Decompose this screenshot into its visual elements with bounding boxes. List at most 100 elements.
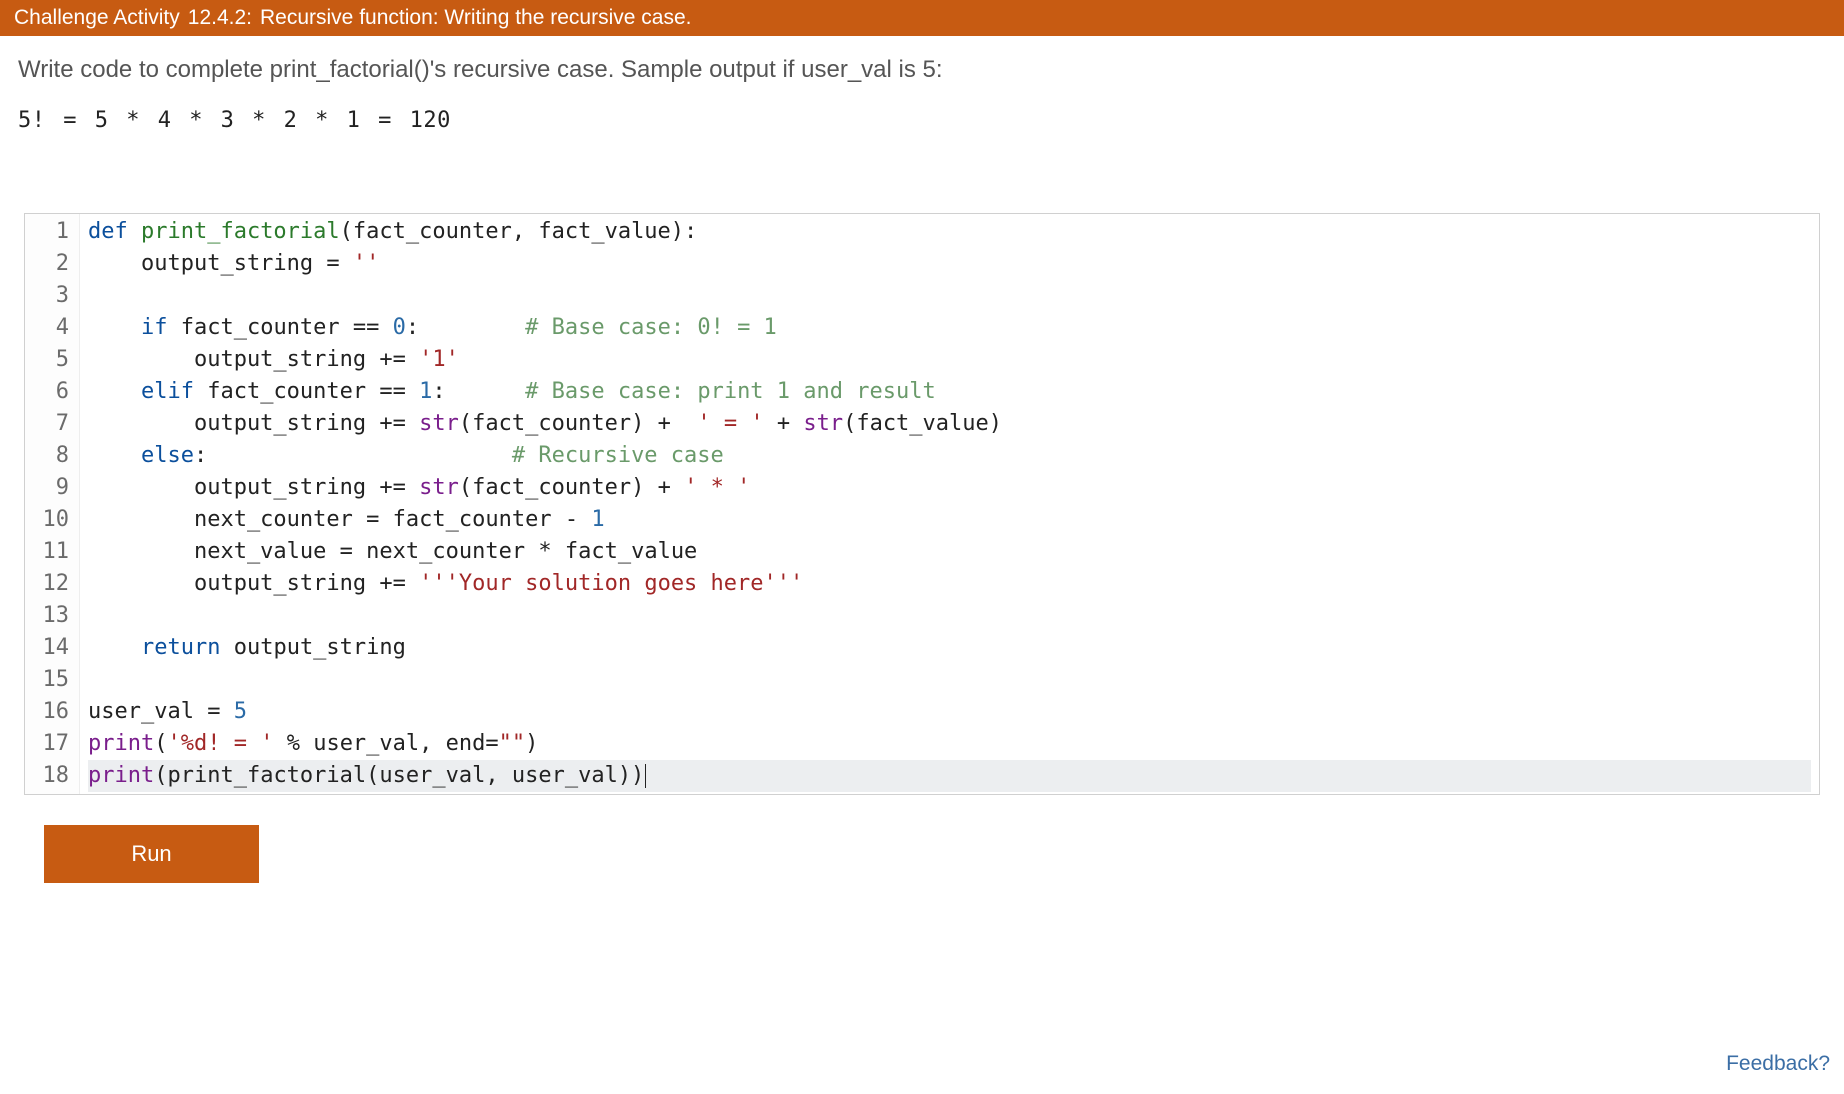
code-token [419, 315, 525, 340]
code-token: = [326, 251, 339, 276]
code-token [671, 411, 698, 436]
code-token: next_counter [88, 507, 366, 532]
code-token: fact_counter [167, 315, 352, 340]
code-editor[interactable]: 123456789101112131415161718 def print_fa… [24, 213, 1820, 795]
code-token [273, 731, 286, 756]
code-token: ' * ' [684, 475, 750, 500]
code-token [764, 411, 777, 436]
code-token: '%d! = ' [167, 731, 273, 756]
code-token: '' [353, 251, 380, 276]
code-line[interactable]: next_counter = fact_counter - 1 [88, 504, 1811, 536]
code-line[interactable]: if fact_counter == 0: # Base case: 0! = … [88, 312, 1811, 344]
code-token [379, 315, 392, 340]
line-number: 16 [41, 696, 69, 728]
code-token: += [379, 347, 406, 372]
code-line[interactable]: def print_factorial(fact_counter, fact_v… [88, 216, 1811, 248]
code-token: if [141, 315, 168, 340]
code-line[interactable] [88, 280, 1811, 312]
code-token: ( [154, 731, 167, 756]
code-line[interactable]: print(print_factorial(user_val, user_val… [88, 760, 1811, 792]
code-line[interactable]: output_string += str(fact_counter) + ' *… [88, 472, 1811, 504]
line-number: 5 [41, 344, 69, 376]
code-token: (print_factorial(user_val, user_val)) [154, 763, 644, 788]
code-token: 5 [234, 699, 247, 724]
code-token: = [485, 731, 498, 756]
code-token: next_counter [353, 539, 538, 564]
code-line[interactable] [88, 600, 1811, 632]
code-token [446, 379, 525, 404]
code-token: - [565, 507, 578, 532]
code-token: ) [525, 731, 538, 756]
code-token: print_factorial [141, 219, 340, 244]
line-number: 3 [41, 280, 69, 312]
line-number: 18 [41, 760, 69, 792]
code-line[interactable]: user_val = 5 [88, 696, 1811, 728]
code-token: = [340, 539, 353, 564]
code-token: "" [499, 731, 526, 756]
code-token: == [353, 315, 380, 340]
feedback-link[interactable]: Feedback? [1726, 1052, 1830, 1076]
line-number: 10 [41, 504, 69, 536]
line-gutter: 123456789101112131415161718 [25, 214, 80, 794]
code-token: (fact_value) [843, 411, 1002, 436]
code-line[interactable]: next_value = next_counter * fact_value [88, 536, 1811, 568]
code-token: output_string [88, 251, 326, 276]
code-line[interactable]: output_string += '1' [88, 344, 1811, 376]
code-token: (fact_counter) [459, 411, 658, 436]
header-title: Recursive function: Writing the recursiv… [260, 6, 691, 30]
code-token: output_string [88, 347, 379, 372]
code-line[interactable]: else: # Recursive case [88, 440, 1811, 472]
code-token: # Base case: 0! = 1 [525, 315, 777, 340]
code-token [340, 251, 353, 276]
code-token [406, 411, 419, 436]
code-token: str [419, 411, 459, 436]
code-line[interactable]: print('%d! = ' % user_val, end="") [88, 728, 1811, 760]
code-token [671, 475, 684, 500]
code-line[interactable]: return output_string [88, 632, 1811, 664]
header-label: Challenge Activity [14, 6, 180, 30]
code-token: += [379, 571, 406, 596]
line-number: 11 [41, 536, 69, 568]
code-token: def [88, 219, 141, 244]
header-number: 12.4.2: [188, 6, 252, 30]
code-token: output_string [220, 635, 405, 660]
line-number: 8 [41, 440, 69, 472]
code-token [406, 571, 419, 596]
text-cursor [645, 764, 646, 788]
code-token: == [379, 379, 406, 404]
sample-output: 5! = 5 * 4 * 3 * 2 * 1 = 120 [18, 108, 1826, 133]
code-line[interactable]: output_string += str(fact_counter) + ' =… [88, 408, 1811, 440]
code-line[interactable]: output_string = '' [88, 248, 1811, 280]
code-token: += [379, 411, 406, 436]
code-token [406, 347, 419, 372]
code-token: fact_value [552, 539, 698, 564]
code-token: str [803, 411, 843, 436]
code-token: 1 [591, 507, 604, 532]
code-token: '1' [419, 347, 459, 372]
code-line[interactable] [88, 664, 1811, 696]
code-token: + [658, 475, 671, 500]
line-number: 14 [41, 632, 69, 664]
code-token: * [538, 539, 551, 564]
code-area[interactable]: def print_factorial(fact_counter, fact_v… [80, 214, 1819, 794]
code-token: + [777, 411, 790, 436]
code-token [406, 379, 419, 404]
code-token: '''Your solution goes here''' [419, 571, 803, 596]
code-token [790, 411, 803, 436]
code-token: + [658, 411, 671, 436]
code-token: return [141, 635, 220, 660]
code-token: += [379, 475, 406, 500]
code-token: : [432, 379, 445, 404]
code-token: str [419, 475, 459, 500]
prompt-text: Write code to complete print_factorial()… [18, 56, 1826, 84]
run-button[interactable]: Run [44, 825, 259, 883]
code-line[interactable]: elif fact_counter == 1: # Base case: pri… [88, 376, 1811, 408]
content-area: Write code to complete print_factorial()… [0, 36, 1844, 903]
code-token: # Recursive case [512, 443, 724, 468]
code-token: user_val [88, 699, 207, 724]
line-number: 17 [41, 728, 69, 760]
code-token: print [88, 731, 154, 756]
code-token: print [88, 763, 154, 788]
code-token: : [406, 315, 419, 340]
code-line[interactable]: output_string += '''Your solution goes h… [88, 568, 1811, 600]
